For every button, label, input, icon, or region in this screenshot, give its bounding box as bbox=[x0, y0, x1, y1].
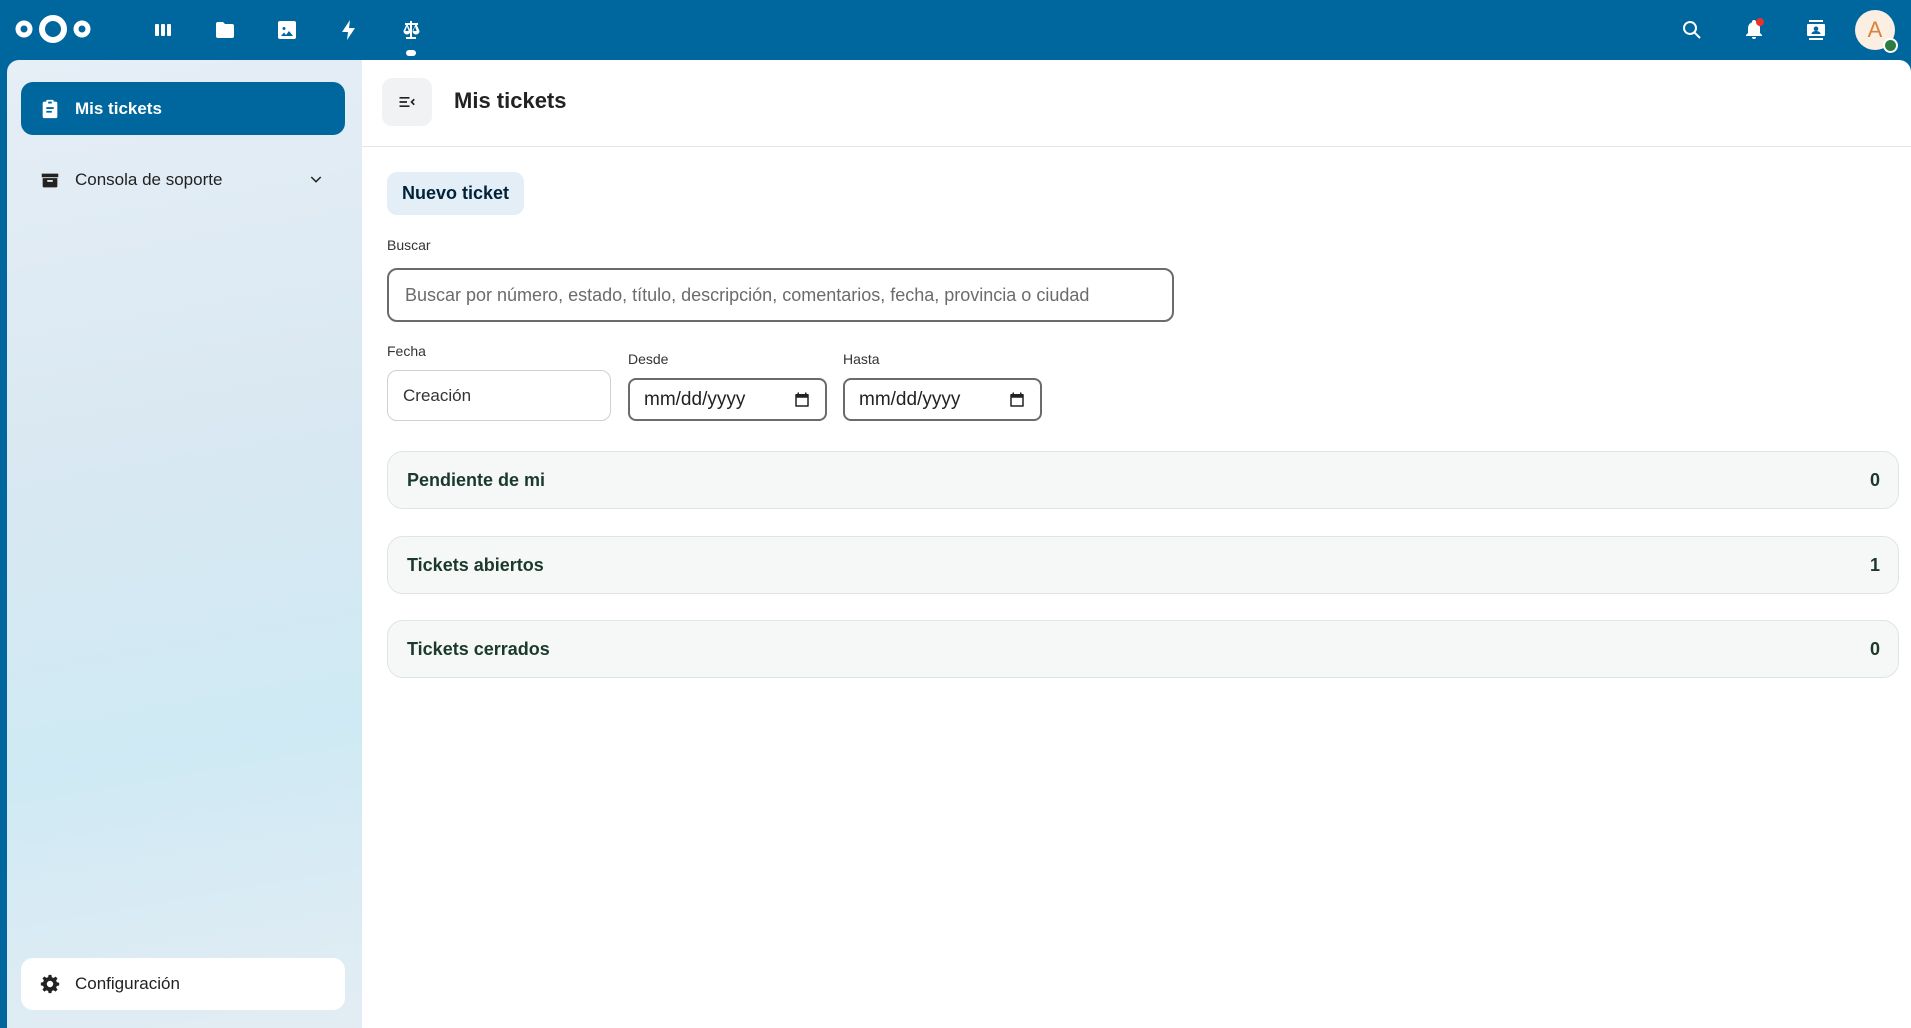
sidebar-item-mis-tickets[interactable]: Mis tickets bbox=[21, 82, 345, 135]
settings-label: Configuración bbox=[75, 974, 180, 993]
from-date-input[interactable]: mm/dd/yyyy bbox=[628, 378, 827, 421]
dashboard-icon[interactable] bbox=[132, 12, 194, 48]
search-icon[interactable] bbox=[1661, 8, 1723, 52]
main-header: Mis tickets bbox=[362, 60, 1911, 147]
sidebar: Mis tickets Consola de soporte Configura… bbox=[7, 60, 362, 1028]
bell-icon[interactable] bbox=[1723, 8, 1785, 52]
menu-collapse-icon bbox=[399, 97, 415, 107]
sidebar-item-label: Consola de soporte bbox=[75, 169, 223, 189]
to-date-input[interactable]: mm/dd/yyyy bbox=[843, 378, 1042, 421]
files-icon[interactable] bbox=[194, 12, 256, 48]
section-pending-for-me[interactable]: Pendiente de mi 0 bbox=[387, 451, 1899, 509]
calendar-icon[interactable] bbox=[793, 391, 811, 409]
new-ticket-button[interactable]: Nuevo ticket bbox=[387, 172, 525, 215]
sidebar-item-consola-de-soporte[interactable]: Consola de soporte bbox=[21, 153, 345, 206]
to-date-value: mm/dd/yyyy bbox=[859, 388, 961, 410]
section-label: Tickets abiertos bbox=[407, 554, 544, 575]
calendar-icon[interactable] bbox=[1008, 391, 1026, 409]
top-bar: A bbox=[0, 0, 1911, 60]
clipboard-icon bbox=[39, 98, 61, 120]
app-menu bbox=[132, 12, 442, 56]
to-date-label: Hasta bbox=[843, 351, 880, 367]
section-label: Tickets cerrados bbox=[407, 638, 550, 659]
section-closed-tickets[interactable]: Tickets cerrados 0 bbox=[387, 620, 1899, 678]
section-label: Pendiente de mi bbox=[407, 469, 546, 490]
toggle-sidebar-button[interactable] bbox=[382, 78, 432, 126]
section-count: 0 bbox=[1869, 469, 1880, 490]
gear-icon bbox=[40, 974, 60, 994]
from-date-label: Desde bbox=[628, 351, 669, 367]
notification-dot bbox=[1756, 18, 1764, 26]
tickets-scale-icon[interactable] bbox=[380, 12, 442, 56]
avatar-initial: A bbox=[1867, 17, 1883, 42]
sidebar-item-label: Mis tickets bbox=[75, 98, 162, 118]
search-input[interactable] bbox=[387, 268, 1174, 322]
section-open-tickets[interactable]: Tickets abiertos 1 bbox=[387, 536, 1899, 594]
nextcloud-logo-icon[interactable] bbox=[14, 12, 92, 46]
section-count: 1 bbox=[1869, 554, 1880, 575]
search-label: Buscar bbox=[387, 237, 431, 253]
date-filter-label: Fecha bbox=[387, 343, 426, 359]
page-title: Mis tickets bbox=[454, 88, 567, 113]
header-actions: A bbox=[1661, 8, 1911, 53]
date-type-value: Creación bbox=[403, 385, 472, 405]
main-content: Mis tickets Nuevo ticket Buscar Fecha Cr… bbox=[362, 60, 1911, 1028]
settings-button[interactable]: Configuración bbox=[21, 958, 345, 1010]
contacts-icon[interactable] bbox=[1785, 8, 1847, 52]
chevron-down-icon[interactable] bbox=[307, 170, 325, 188]
online-status-dot bbox=[1883, 38, 1898, 53]
section-count: 0 bbox=[1869, 638, 1880, 659]
photos-icon[interactable] bbox=[256, 12, 318, 48]
from-date-value: mm/dd/yyyy bbox=[644, 388, 746, 410]
support-console-icon bbox=[39, 169, 61, 191]
avatar[interactable]: A bbox=[1855, 10, 1898, 53]
activity-icon[interactable] bbox=[318, 12, 380, 48]
date-type-select[interactable]: Creación bbox=[387, 370, 611, 421]
